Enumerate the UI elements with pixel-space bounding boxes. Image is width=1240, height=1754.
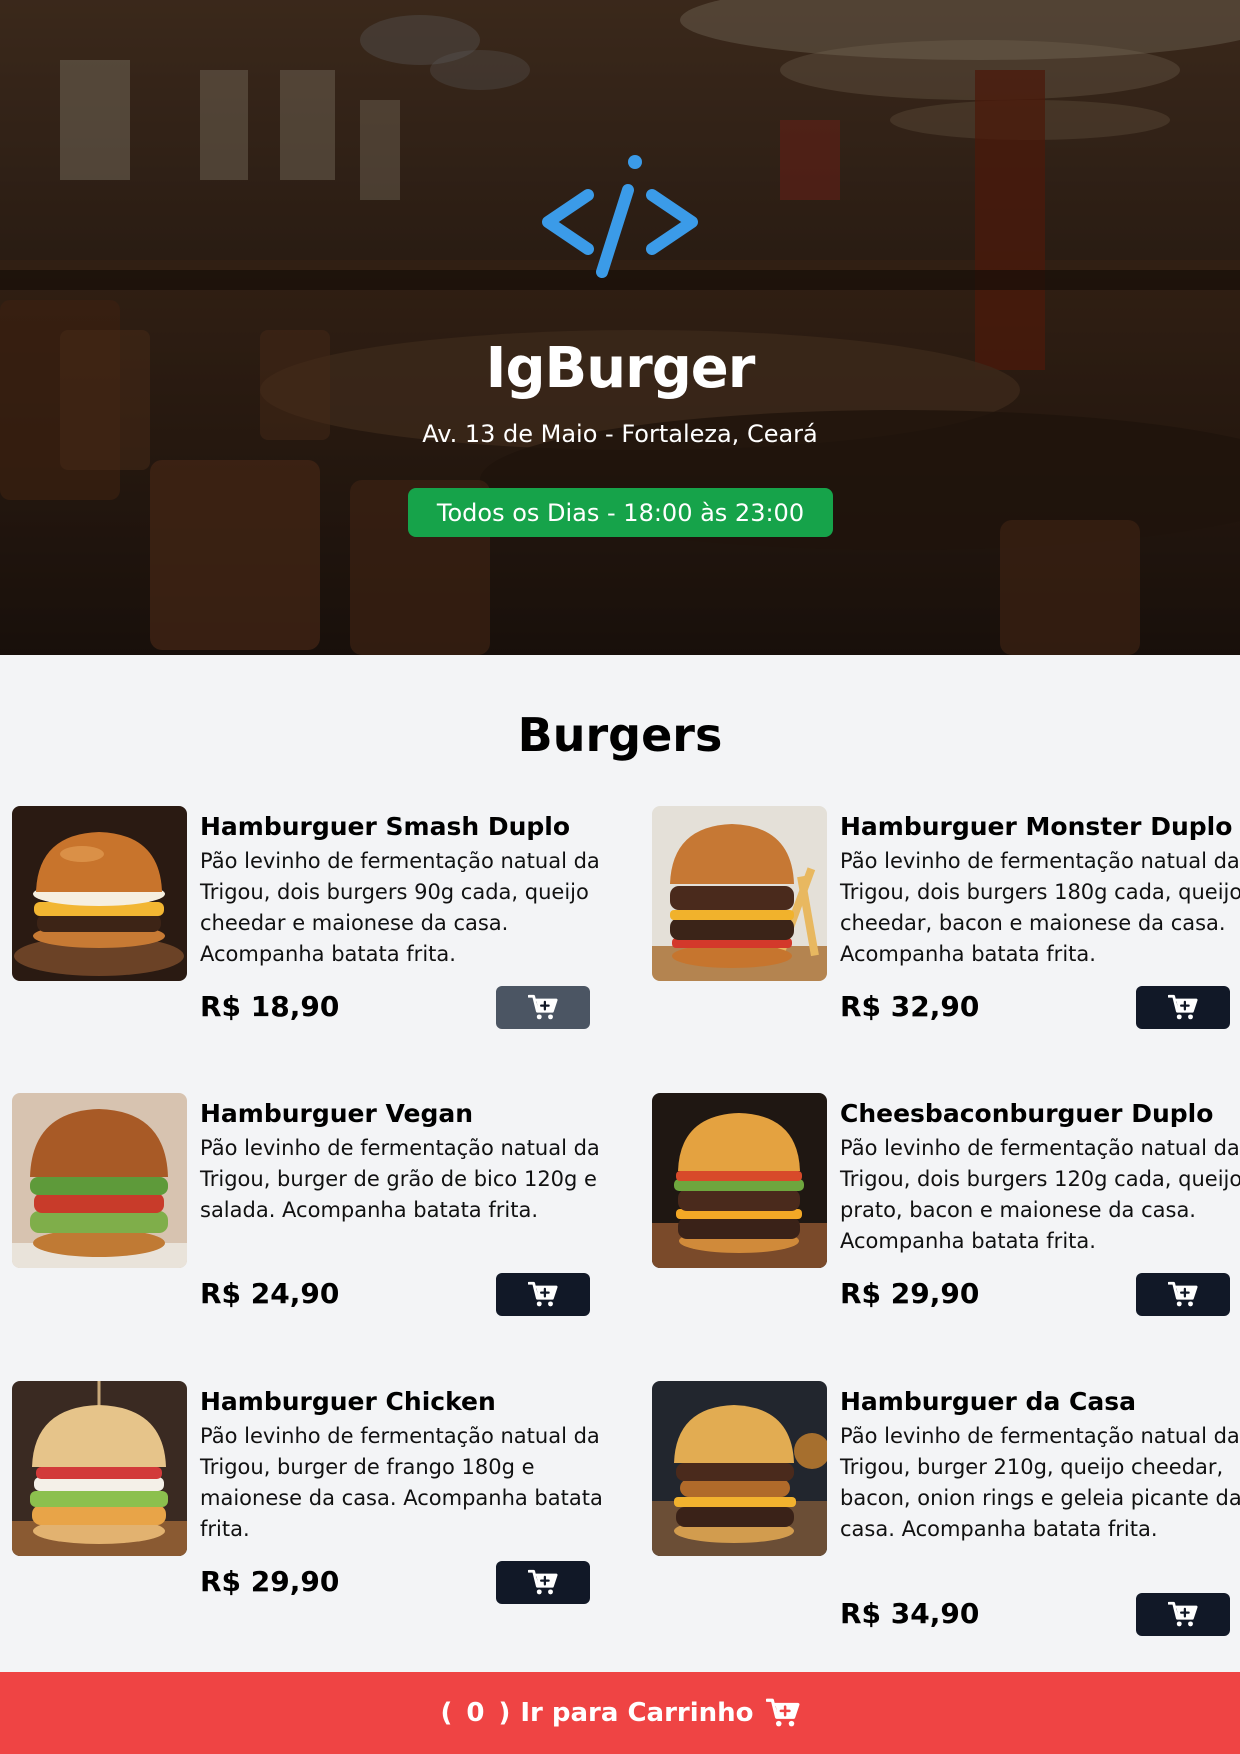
cart-plus-icon bbox=[528, 1281, 558, 1308]
restaurant-name: IgBurger bbox=[485, 336, 756, 401]
hero-banner: IgBurger Av. 13 de Maio - Fortaleza, Cea… bbox=[0, 0, 1240, 655]
menu-item: Hamburguer Vegan Pão levinho de fermenta… bbox=[12, 1093, 632, 1363]
opening-hours-badge: Todos os Dias - 18:00 às 23:00 bbox=[408, 488, 833, 537]
item-price: R$ 29,90 bbox=[200, 1565, 340, 1598]
menu-item: Hamburguer Smash Duplo Pão levinho de fe… bbox=[12, 806, 632, 1076]
burger-image bbox=[12, 806, 187, 981]
cart-plus-icon bbox=[765, 1698, 799, 1727]
cart-close-paren: ) bbox=[498, 1698, 511, 1728]
item-description: Pão levinho de fermentação natual da Tri… bbox=[200, 1424, 603, 1541]
item-price: R$ 18,90 bbox=[200, 990, 340, 1023]
cart-open-paren: ( bbox=[440, 1698, 453, 1728]
hero-overlay bbox=[0, 0, 1240, 655]
cart-plus-icon bbox=[528, 1569, 558, 1596]
add-to-cart-button[interactable] bbox=[496, 986, 590, 1029]
restaurant-address: Av. 13 de Maio - Fortaleza, Ceará bbox=[422, 420, 818, 448]
burger-image bbox=[652, 1381, 827, 1556]
menu-item: Hamburguer da Casa Pão levinho de fermen… bbox=[652, 1381, 1240, 1651]
cart-plus-icon bbox=[528, 994, 558, 1021]
burger-image bbox=[652, 806, 827, 981]
add-to-cart-button[interactable] bbox=[1136, 1273, 1230, 1316]
item-description: Pão levinho de fermentação natual da Tri… bbox=[200, 1136, 600, 1222]
menu-item: Cheesbaconburguer Duplo Pão levinho de f… bbox=[652, 1093, 1240, 1363]
code-brackets-icon bbox=[542, 155, 698, 278]
item-name: Hamburguer da Casa bbox=[840, 1387, 1136, 1416]
add-to-cart-button[interactable] bbox=[1136, 1593, 1230, 1636]
cart-plus-icon bbox=[1168, 994, 1198, 1021]
cart-plus-icon bbox=[1168, 1281, 1198, 1308]
item-description: Pão levinho de fermentação natual da Tri… bbox=[840, 849, 1240, 966]
item-price: R$ 32,90 bbox=[840, 990, 980, 1023]
burger-image bbox=[12, 1093, 187, 1268]
item-description: Pão levinho de fermentação natual da Tri… bbox=[840, 1136, 1240, 1253]
cart-label: Ir para Carrinho bbox=[520, 1698, 754, 1728]
add-to-cart-button[interactable] bbox=[496, 1273, 590, 1316]
item-name: Cheesbaconburguer Duplo bbox=[840, 1099, 1214, 1128]
item-name: Hamburguer Vegan bbox=[200, 1099, 474, 1128]
add-to-cart-button[interactable] bbox=[496, 1561, 590, 1604]
section-title: Burgers bbox=[517, 708, 723, 762]
cart-plus-icon bbox=[1168, 1601, 1198, 1628]
item-description: Pão levinho de fermentação natual da Tri… bbox=[200, 849, 600, 966]
item-price: R$ 24,90 bbox=[200, 1277, 340, 1310]
burger-image bbox=[652, 1093, 827, 1268]
item-price: R$ 34,90 bbox=[840, 1597, 980, 1630]
item-description: Pão levinho de fermentação natual da Tri… bbox=[840, 1424, 1240, 1541]
cart-count: 0 bbox=[466, 1698, 485, 1728]
burger-image bbox=[12, 1381, 187, 1556]
add-to-cart-button[interactable] bbox=[1136, 986, 1230, 1029]
item-name: Hamburguer Smash Duplo bbox=[200, 812, 571, 841]
go-to-cart-button[interactable]: ( 0 ) Ir para Carrinho bbox=[0, 1672, 1240, 1754]
menu-item: Hamburguer Monster Duplo Pão levinho de … bbox=[652, 806, 1240, 1076]
item-price: R$ 29,90 bbox=[840, 1277, 980, 1310]
menu-item: Hamburguer Chicken Pão levinho de fermen… bbox=[12, 1381, 632, 1651]
item-name: Hamburguer Chicken bbox=[200, 1387, 496, 1416]
item-name: Hamburguer Monster Duplo bbox=[840, 812, 1233, 841]
